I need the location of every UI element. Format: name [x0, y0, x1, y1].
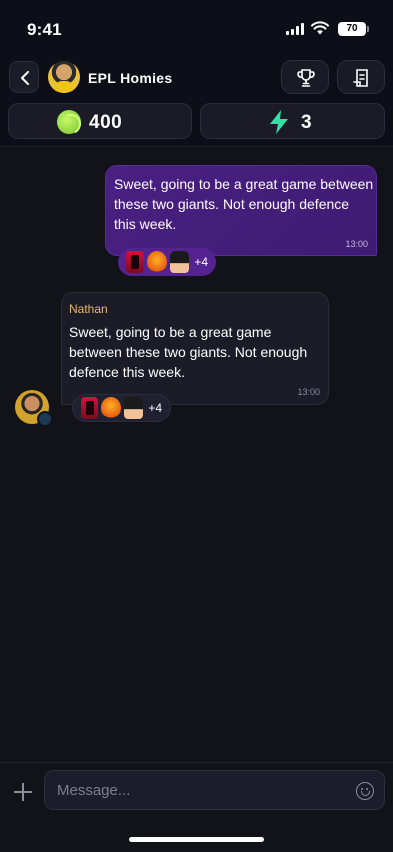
message-text: Sweet, going to be a great game between … — [69, 324, 308, 380]
reactions-more: +4 — [194, 255, 208, 269]
status-time: 9:41 — [27, 20, 62, 39]
group-name[interactable]: EPL Homies — [88, 70, 172, 86]
fire-sticker-icon — [146, 251, 167, 273]
message-input[interactable] — [44, 770, 385, 810]
bolts-stat[interactable]: 3 — [200, 103, 385, 139]
red-sticker-icon — [126, 251, 144, 273]
coin-icon — [57, 110, 81, 134]
fire-sticker-icon — [101, 397, 121, 419]
plus-icon[interactable] — [12, 781, 34, 803]
message-reactions[interactable]: +4 — [118, 248, 216, 276]
signal-icon — [286, 23, 306, 35]
outgoing-message[interactable]: Sweet, going to be a great game between … — [105, 165, 377, 256]
leaderboard-button[interactable] — [337, 60, 385, 94]
message-time: 13:00 — [297, 387, 320, 397]
team-badge-icon — [37, 411, 53, 427]
leaderboard-icon — [353, 69, 368, 87]
reactions-more: +4 — [148, 401, 162, 415]
home-indicator — [129, 837, 264, 842]
trophy-icon — [297, 69, 315, 87]
bolt-icon — [270, 110, 288, 134]
message-time: 13:00 — [345, 239, 368, 249]
status-bar: 9:41 70 — [0, 0, 393, 56]
wifi-icon — [311, 21, 329, 35]
message-text: Sweet, going to be a great game between … — [114, 176, 374, 232]
incoming-message[interactable]: Nathan Sweet, going to be a great game b… — [61, 292, 329, 405]
chat-area[interactable]: Sweet, going to be a great game between … — [0, 147, 393, 762]
trophy-button[interactable] — [281, 60, 329, 94]
batman-sticker-icon — [123, 397, 144, 419]
group-avatar[interactable] — [48, 61, 80, 93]
chat-header: EPL Homies — [0, 58, 393, 98]
back-button[interactable] — [9, 61, 39, 93]
red-sticker-icon — [81, 397, 99, 419]
bolts-value: 3 — [301, 112, 313, 133]
coins-stat[interactable]: 400 — [8, 103, 192, 139]
batman-sticker-icon — [169, 251, 190, 273]
coins-value: 400 — [89, 112, 123, 133]
message-reactions[interactable]: +4 — [72, 394, 171, 422]
back-icon — [21, 71, 29, 85]
battery-tip — [367, 26, 369, 32]
sender-name: Nathan — [69, 302, 108, 316]
emoji-icon[interactable] — [356, 782, 374, 800]
battery-icon: 70 — [338, 22, 366, 36]
